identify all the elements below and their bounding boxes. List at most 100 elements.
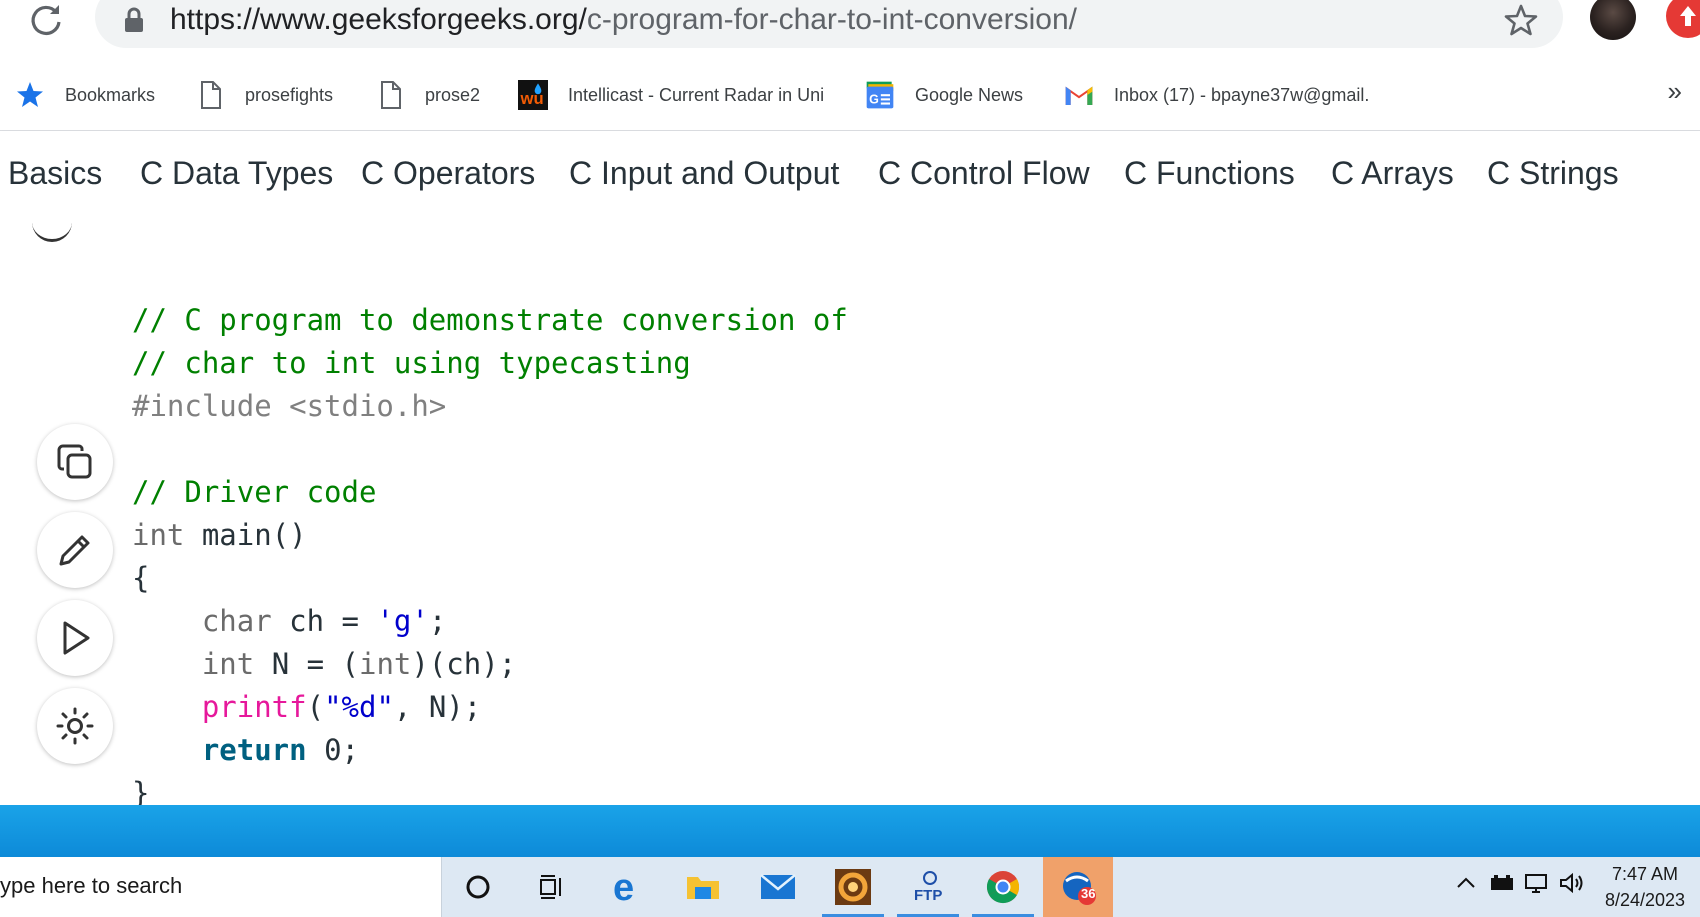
ftp-button[interactable]: FTP: [893, 857, 963, 917]
code-include: #include <stdio.h>: [132, 389, 447, 423]
code-keyword: char: [201, 604, 272, 638]
reload-icon[interactable]: [28, 2, 64, 38]
nav-operators[interactable]: C Operators: [361, 153, 535, 193]
theme-toggle-button[interactable]: [37, 688, 113, 764]
code-keyword: int: [359, 647, 412, 681]
svg-text:G: G: [869, 92, 879, 106]
nav-arrays[interactable]: C Arrays: [1331, 153, 1454, 193]
desktop-strip: [0, 805, 1700, 857]
taskbar-search[interactable]: ype here to search: [0, 857, 442, 917]
edge-icon: e: [613, 869, 634, 905]
copy-button[interactable]: [37, 424, 113, 500]
browser-toolbar: https://www.geeksforgeeks.org/c-program-…: [0, 0, 1700, 56]
url-domain: https://www.geeksforgeeks.org/: [170, 3, 587, 36]
ftp-icon: FTP: [914, 871, 942, 904]
app-button-badge[interactable]: 36: [1043, 857, 1113, 917]
cortana-button[interactable]: [443, 857, 513, 917]
bookmark-gmail[interactable]: Inbox (17) - bpayne37w@gmail.: [1064, 78, 1374, 112]
play-icon: [63, 621, 90, 655]
article-content: // C program to demonstrate conversion o…: [0, 223, 1700, 805]
pencil-icon: [59, 535, 90, 566]
code-text: 0;: [306, 733, 359, 767]
nav-input-output[interactable]: C Input and Output: [569, 153, 839, 193]
bookmark-star-icon[interactable]: [1503, 2, 1539, 38]
system-clock[interactable]: 7:47 AM 8/24/2023: [1595, 861, 1695, 913]
page-icon: [375, 80, 405, 110]
code-comment: // C program to demonstrate conversion o…: [132, 303, 848, 337]
code-text: (: [306, 690, 325, 724]
nav-strings[interactable]: C Strings: [1487, 153, 1619, 193]
code-text: ;: [428, 604, 447, 638]
code-text: ch =: [271, 604, 377, 638]
nav-functions[interactable]: C Functions: [1124, 153, 1295, 193]
nav-data-types[interactable]: C Data Types: [140, 153, 333, 193]
gmail-icon: [1064, 80, 1094, 110]
bookmark-google-news[interactable]: G Google News: [865, 78, 1023, 112]
code-keyword: int: [201, 647, 255, 681]
nav-control-flow[interactable]: C Control Flow: [878, 153, 1090, 193]
bookmark-intellicast[interactable]: wu Intellicast - Current Radar in Uni: [518, 78, 830, 112]
volume-icon[interactable]: [1558, 871, 1586, 901]
circle-edge-icon: [32, 223, 72, 242]
lock-icon[interactable]: [123, 6, 145, 34]
code-text: )(ch);: [411, 647, 517, 681]
app-swirl-icon: [835, 869, 871, 905]
code-keyword: return: [201, 733, 307, 767]
mail-icon: [760, 874, 796, 899]
nav-basics[interactable]: Basics: [8, 153, 102, 193]
bookmark-prosefights[interactable]: prosefights: [195, 78, 333, 112]
bookmark-label: prose2: [425, 84, 481, 105]
star-icon: [15, 80, 45, 110]
chrome-icon: [986, 871, 1020, 904]
clock-time: 7:47 AM: [1611, 864, 1679, 884]
code-comment: // char to int using typecasting: [132, 346, 691, 380]
update-icon[interactable]: [1666, 0, 1700, 38]
bookmarks-bar: Bookmarks prosefights prose2 wu Intellic…: [0, 60, 1700, 131]
network-icon[interactable]: [1524, 871, 1552, 901]
url-text[interactable]: https://www.geeksforgeeks.org/c-program-…: [170, 0, 1077, 40]
google-news-icon: G: [865, 80, 895, 110]
tray-chevron-icon[interactable]: [1454, 871, 1478, 901]
folder-icon: [687, 877, 719, 899]
task-view-icon: [540, 875, 561, 899]
edit-button[interactable]: [37, 512, 113, 588]
mail-button[interactable]: [743, 857, 813, 917]
site-nav: Basics C Data Types C Operators C Input …: [0, 131, 1700, 223]
chrome-button[interactable]: [968, 857, 1038, 917]
sun-icon: [56, 707, 94, 745]
search-placeholder: ype here to search: [0, 873, 183, 898]
taskbar: ype here to search e FTP 36 7:47 AM 8/24: [0, 857, 1700, 917]
code-keyword: int: [132, 518, 185, 552]
bookmark-bookmarks[interactable]: Bookmarks: [15, 78, 155, 112]
code-text: N = (: [254, 647, 359, 681]
battery-icon[interactable]: [1488, 871, 1516, 901]
code-string: "%d": [324, 690, 394, 724]
run-button[interactable]: [37, 600, 113, 676]
code-function: printf: [201, 690, 307, 724]
code-text: }: [132, 776, 150, 805]
file-explorer-button[interactable]: [668, 857, 738, 917]
copy-icon: [57, 444, 92, 479]
page-icon: [195, 80, 225, 110]
code-text: , N);: [393, 690, 482, 724]
code-string: 'g': [376, 604, 429, 638]
task-view-button[interactable]: [516, 857, 586, 917]
code-text: main(): [184, 518, 307, 552]
bookmark-label: Intellicast - Current Radar in Uni: [568, 84, 825, 105]
profile-avatar[interactable]: [1590, 0, 1636, 40]
app-button-1[interactable]: [818, 857, 888, 917]
clock-date: 8/24/2023: [1604, 890, 1686, 910]
cortana-icon: [466, 875, 490, 899]
code-comment: // Driver code: [132, 475, 377, 509]
bookmark-label: Google News: [915, 84, 1024, 105]
code-text: {: [132, 561, 150, 595]
bookmark-label: Inbox (17) - bpayne37w@gmail.: [1114, 84, 1370, 105]
code-block: // C program to demonstrate conversion o…: [132, 299, 848, 805]
bookmark-label: prosefights: [245, 84, 334, 105]
url-path: c-program-for-char-to-int-conversion/: [586, 3, 1078, 36]
svg-text:FTP: FTP: [914, 887, 942, 904]
bookmark-prose2[interactable]: prose2: [375, 78, 480, 112]
bookmarks-overflow-button[interactable]: »: [1668, 76, 1682, 107]
notification-badge: 36: [1081, 886, 1096, 901]
edge-button[interactable]: e: [593, 857, 663, 917]
